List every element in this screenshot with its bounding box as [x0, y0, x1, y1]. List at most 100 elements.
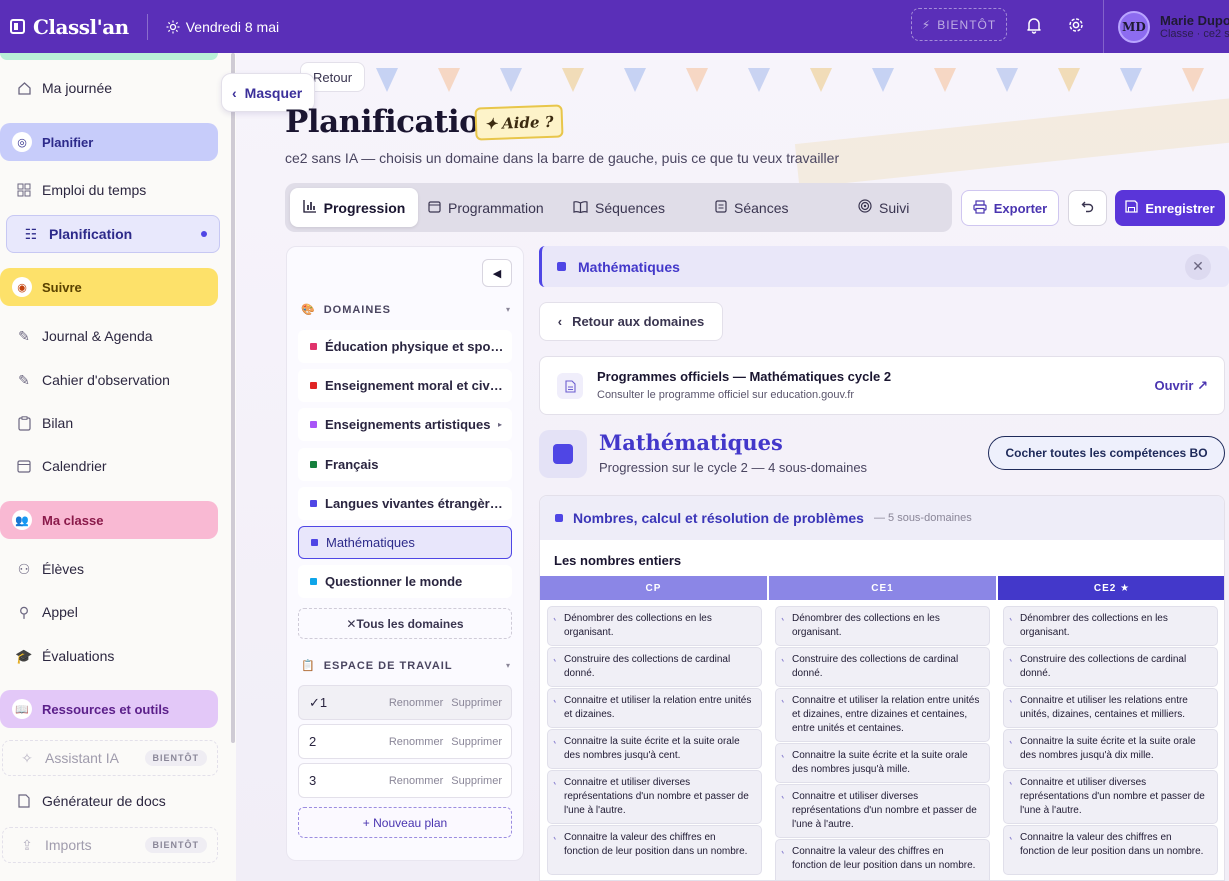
domain-item[interactable]: Enseignements artistiques ▸ [298, 408, 512, 441]
workspace-item[interactable]: 3 Renommer Supprimer [298, 763, 512, 798]
chevron-left-icon: ‹ [232, 84, 237, 101]
avatar: MD [1118, 10, 1150, 43]
help-button[interactable]: ✦ Aide ? [474, 104, 564, 141]
undo-button[interactable] [1068, 190, 1107, 226]
delete-link[interactable]: Supprimer [451, 736, 502, 748]
section-planifier[interactable]: ◎ Planifier [0, 123, 218, 161]
competence-card[interactable]: Dénombrer des collections en les organis… [547, 606, 762, 646]
competence-card[interactable]: Dénombrer des collections en les organis… [1003, 606, 1218, 646]
rename-link[interactable]: Renommer [389, 697, 443, 709]
clipboard-icon [715, 199, 727, 216]
domain-item[interactable]: Éducation physique et sportive [298, 330, 512, 363]
domain-color-dot [310, 343, 317, 350]
section-header[interactable]: Nombres, calcul et résolution de problèm… [540, 496, 1224, 540]
chevron-right-icon: ▸ [497, 420, 502, 429]
delete-link[interactable]: Supprimer [451, 697, 502, 709]
domain-item[interactable]: Questionner le monde [298, 565, 512, 598]
competence-card[interactable]: Connaitre la suite écrite et la suite or… [775, 743, 990, 783]
bunting-decoration [376, 68, 398, 92]
sidebar-item-assistant-ia[interactable]: ✧ Assistant IA BIENTÔT [2, 740, 218, 776]
eye-icon: ◉ [12, 277, 32, 297]
ruler-decoration [794, 98, 1229, 188]
domain-item[interactable]: Français [298, 448, 512, 481]
check-all-competences-button[interactable]: Cocher toutes les compétences BO [988, 436, 1225, 470]
competence-card[interactable]: Connaitre et utiliser la relation entre … [547, 688, 762, 728]
competence-card[interactable]: Dénombrer des collections en les organis… [775, 606, 990, 646]
tab-progression[interactable]: Progression [290, 188, 418, 227]
competence-card[interactable]: Connaitre la suite écrite et la suite or… [1003, 729, 1218, 769]
grid-icon [16, 182, 32, 198]
official-programs-subtitle: Consulter le programme officiel sur educ… [597, 389, 854, 401]
competence-card[interactable]: Connaitre la suite écrite et la suite or… [547, 729, 762, 769]
competence-card[interactable]: Connaitre et utiliser diverses représent… [547, 770, 762, 824]
rename-link[interactable]: Renommer [389, 736, 443, 748]
close-icon[interactable]: ✕ [1185, 253, 1211, 280]
tab-programmation[interactable]: Programmation [428, 188, 544, 227]
column-header-ce2: CE2 ★ [998, 576, 1224, 600]
sidebar-item-journal-agenda[interactable]: ✎ Journal & Agenda [0, 318, 218, 354]
competence-card[interactable]: Connaitre et utiliser les relations entr… [1003, 688, 1218, 728]
section-ma-classe[interactable]: 👥 Ma classe [0, 501, 218, 539]
user-menu[interactable]: MD Marie Dupont Classe · ce2 sans IA [1103, 0, 1229, 53]
competence-card[interactable]: Connaitre et utiliser diverses représent… [775, 784, 990, 838]
sidebar-item-bilan[interactable]: Bilan [0, 405, 218, 441]
app-logo[interactable]: Classl'an [10, 15, 129, 39]
competence-card[interactable]: Construire des collections de cardinal d… [547, 647, 762, 687]
subdomain-section: Nombres, calcul et résolution de problèm… [539, 495, 1225, 881]
sidebar-item-appel[interactable]: ⚲ Appel [0, 594, 218, 630]
soon-tag: BIENTÔT [144, 837, 207, 853]
competence-card[interactable]: Connaitre et utiliser diverses représent… [1003, 770, 1218, 824]
sidebar-item-ma-journee[interactable]: Ma journée [0, 70, 218, 106]
triangle-left-icon: ◀ [492, 267, 502, 280]
sidebar-item-planification[interactable]: ☷ Planification [6, 215, 220, 253]
competence-card[interactable]: Construire des collections de cardinal d… [775, 647, 990, 687]
sidebar-item-emploi-du-temps[interactable]: Emploi du temps [0, 172, 218, 208]
new-plan-button[interactable]: + Nouveau plan [298, 807, 512, 838]
sidebar-scrollbar[interactable] [231, 53, 235, 743]
sidebar-item-cahier-observation[interactable]: ✎ Cahier d'observation [0, 362, 218, 398]
sidebar-item-eleves[interactable]: ⚇ Élèves [0, 551, 218, 587]
section-ressources-outils[interactable]: 📖 Ressources et outils [0, 690, 218, 728]
math-domain-icon [539, 430, 587, 478]
competence-card[interactable]: Connaitre la valeur des chiffres en fonc… [547, 825, 762, 875]
sidebar-item-imports[interactable]: ⇪ Imports BIENTÔT [2, 827, 218, 863]
gear-icon[interactable] [1064, 13, 1088, 37]
sidebar-top-accent [0, 53, 218, 60]
open-link[interactable]: Ouvrir ↗ [1154, 378, 1208, 394]
bell-icon[interactable] [1022, 13, 1046, 37]
bunting-decoration [686, 68, 708, 92]
bunting-decoration [748, 68, 770, 92]
calendar-icon [428, 200, 441, 216]
rename-link[interactable]: Renommer [389, 775, 443, 787]
domain-item[interactable]: Enseignement moral et civique [298, 369, 512, 402]
column-header-cp: CP [540, 576, 767, 600]
domain-item-selected[interactable]: Mathématiques [298, 526, 512, 559]
workspace-heading[interactable]: 📋 ESPACE DE TRAVAIL ▾ [301, 659, 511, 673]
competence-card[interactable]: Connaitre et utiliser la relation entre … [775, 688, 990, 742]
sidebar-item-generateur-docs[interactable]: Générateur de docs [0, 783, 218, 819]
undo-icon [1081, 200, 1094, 216]
workspace-item[interactable]: 2 Renommer Supprimer [298, 724, 512, 759]
official-programs-card[interactable]: Programmes officiels — Mathématiques cyc… [539, 356, 1225, 415]
sidebar-item-calendrier[interactable]: Calendrier [0, 448, 218, 484]
export-button[interactable]: Exporter [961, 190, 1059, 226]
competence-card[interactable]: Construire des collections de cardinal d… [1003, 647, 1218, 687]
workspace-item-selected[interactable]: ✓1 Renommer Supprimer [298, 685, 512, 720]
domain-item[interactable]: Langues vivantes étrangères et régionale… [298, 487, 512, 520]
tab-suivi[interactable]: Suivi [858, 188, 909, 227]
domains-heading[interactable]: 🎨 DOMAINES ▾ [301, 303, 511, 317]
tab-sequences[interactable]: Séquences [573, 188, 665, 227]
save-button[interactable]: Enregistrer [1115, 190, 1225, 226]
palette-icon: 🎨 [301, 304, 316, 316]
sidebar-item-evaluations[interactable]: 🎓 Évaluations [0, 638, 218, 674]
section-suivre[interactable]: ◉ Suivre [0, 268, 218, 306]
soon-badge[interactable]: ⚡ BIENTÔT [911, 8, 1007, 41]
all-domains-button[interactable]: ✕ Tous les domaines [298, 608, 512, 639]
collapse-panel-button[interactable]: ◀ [482, 259, 512, 287]
delete-link[interactable]: Supprimer [451, 775, 502, 787]
competence-card[interactable]: Connaitre la valeur des chiffres en fonc… [1003, 825, 1218, 875]
tab-seances[interactable]: Séances [715, 188, 788, 227]
back-to-domains-button[interactable]: ‹ Retour aux domaines [539, 302, 723, 341]
sparkle-icon: ✦ [484, 114, 498, 133]
competence-card[interactable]: Connaitre la valeur des chiffres en fonc… [775, 839, 990, 880]
